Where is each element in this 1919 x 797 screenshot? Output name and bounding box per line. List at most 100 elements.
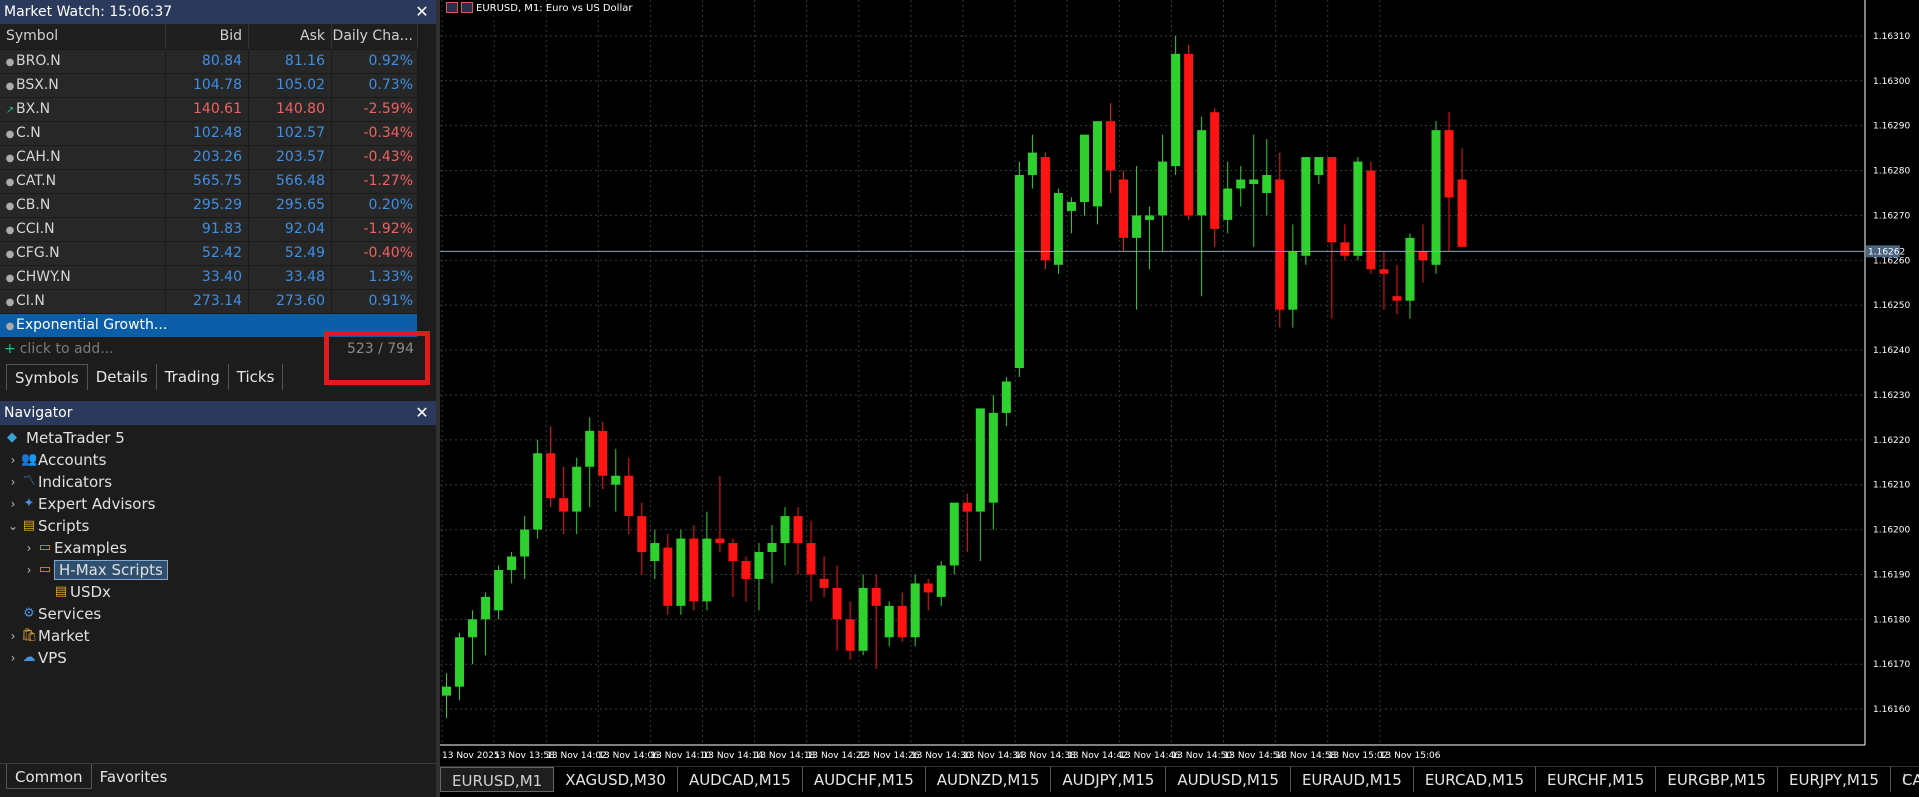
symbol-name: CAT.N [16,173,57,189]
daily-change-value: -1.92% [332,218,418,241]
tab-ticks[interactable]: Ticks [229,364,284,390]
ask-value: 102.57 [249,122,332,145]
daily-change-value: -0.40% [332,242,418,265]
bull-candle [494,569,504,611]
close-icon[interactable]: ✕ [414,401,430,425]
close-icon[interactable]: ✕ [414,0,430,24]
chevron-right-icon[interactable]: › [7,471,19,493]
column-header-ask[interactable]: Ask [249,24,332,49]
market-watch-row[interactable]: ● C.N 102.48 102.57 -0.34% [0,121,418,145]
market-watch-row[interactable]: ● CAT.N 565.75 566.48 -1.27% [0,169,418,193]
dot-icon: ● [5,321,15,332]
chevron-right-icon[interactable]: › [7,625,19,647]
market-watch-row[interactable]: ● CI.N 273.14 273.60 0.91% [0,289,418,313]
column-header-daily-change[interactable]: Daily Cha... [332,24,418,49]
ask-value: 92.04 [249,218,332,241]
bid-value: 273.14 [166,290,249,313]
ask-value: 52.49 [249,242,332,265]
chart-menu-icon[interactable] [446,2,458,13]
bear-candle [871,587,881,606]
bear-candle [1444,130,1454,198]
chart-tab[interactable]: AUDUSD,M15 [1166,767,1291,792]
navigator-item-services[interactable]: ⚙ Services [0,603,436,625]
bull-candle [611,475,621,485]
bid-value: 295.29 [166,194,249,217]
chart-symbol-icon[interactable] [461,2,473,13]
bull-candle [507,556,517,570]
bull-candle [1053,192,1063,265]
market-watch-row[interactable]: ↗ BX.N 140.61 140.80 -2.59% [0,97,418,121]
chevron-down-icon[interactable]: ⌄ [7,515,19,537]
market-watch-row[interactable]: ● CCI.N 91.83 92.04 -1.92% [0,217,418,241]
chart-tab[interactable]: EURGBP,M15 [1656,767,1778,792]
column-header-bid[interactable]: Bid [166,24,249,49]
bull-candle [1001,381,1011,413]
tab-symbols[interactable]: Symbols [6,364,88,390]
plus-icon: + [4,341,16,357]
bull-candle [1353,161,1363,256]
symbol-name: CI.N [16,293,45,309]
bid-value: 203.26 [166,146,249,169]
chevron-right-icon[interactable]: › [7,493,19,515]
navigator-item-market[interactable]: › 🛍 Market [0,625,436,647]
bull-candle [1171,53,1181,167]
bull-candle [1093,121,1102,207]
accounts-icon: 👥 [21,452,38,467]
navigator-item-examples[interactable]: › ▭ Examples [0,537,436,559]
chevron-right-icon[interactable]: › [7,647,19,669]
navigator-item-accounts[interactable]: › 👥 Accounts [0,449,436,471]
chevron-right-icon[interactable]: › [7,449,19,471]
bull-candle [1236,179,1246,189]
chart-window[interactable]: 1.16310 1.16300 1.16290 1.16280 1.16270 1.162… [440,0,1919,797]
bull-candle [910,583,920,638]
navigator-item-metatrader-5[interactable]: ◆ MetaTrader 5 [0,427,436,449]
y-tick-label: 1.16230 [1873,391,1910,401]
navigator-item-usdx[interactable]: ▤ USDx [0,581,436,603]
chart-tab[interactable]: EURCHF,M15 [1536,767,1657,792]
symbol-name: BSX.N [16,77,59,93]
tab-trading[interactable]: Trading [157,364,229,390]
market-watch-row[interactable]: ● CFG.N 52.42 52.49 -0.40% [0,241,418,265]
bear-candle [793,516,803,544]
tab-common[interactable]: Common [6,764,92,789]
dot-icon: ● [5,249,15,260]
chart-tab[interactable]: EURUSD,M1 [440,767,555,792]
y-tick-label: 1.16180 [1873,615,1910,625]
market-watch-row[interactable]: ● CHWY.N 33.40 33.48 1.33% [0,265,418,289]
bear-candle [1379,269,1389,274]
market-watch-row[interactable]: ● CAH.N 203.26 203.57 -0.43% [0,145,418,169]
navigator-item-scripts[interactable]: ⌄ ▤ Scripts [0,515,436,537]
market-watch-row[interactable]: ● CB.N 295.29 295.65 0.20% [0,193,418,217]
navigator-item-indicators[interactable]: › 〽 Indicators [0,471,436,493]
chart-tab[interactable]: AUDJPY,M15 [1051,767,1167,792]
navigator-tabs: Common Favorites [0,763,436,789]
price-chart[interactable]: 1.16310 1.16300 1.16290 1.16280 1.16270 1.162… [440,0,1919,766]
tabs-menu-icon[interactable]: ⋮ [1898,767,1911,793]
bull-candle [520,529,530,557]
chart-tab[interactable]: EURJPY,M15 [1778,767,1891,792]
symbol-name: CAH.N [16,149,61,165]
chart-tab[interactable]: EURCAD,M15 [1414,767,1537,792]
bear-candle [637,516,647,553]
chart-tab[interactable]: AUDNZD,M15 [926,767,1052,792]
bull-candle [767,543,777,553]
market-watch-row[interactable]: ● BSX.N 104.78 105.02 0.73% [0,73,418,97]
navigator-item-h-max-scripts[interactable]: › ▭ H-Max Scripts [0,559,436,581]
click-to-add-label: click to add... [19,341,114,357]
dot-icon: ● [5,225,15,236]
navigator-item-vps[interactable]: › ☁ VPS [0,647,436,669]
chevron-right-icon[interactable]: › [23,537,35,559]
bull-candle [702,538,712,602]
chart-tab[interactable]: EURAUD,M15 [1291,767,1414,792]
chart-tab[interactable]: AUDCAD,M15 [678,767,803,792]
navigator-item-expert-advisors[interactable]: › ✦ Expert Advisors [0,493,436,515]
chart-tab[interactable]: XAGUSD,M30 [554,767,678,792]
chevron-right-icon[interactable]: › [23,559,35,581]
daily-change-value: 0.73% [332,74,418,97]
tab-favorites[interactable]: Favorites [92,764,176,789]
selected-row-label: Exponential Growth... [16,317,168,333]
tab-details[interactable]: Details [88,364,157,390]
market-watch-row[interactable]: ● BRO.N 80.84 81.16 0.92% [0,49,418,73]
chart-tab[interactable]: AUDCHF,M15 [803,767,926,792]
column-header-symbol[interactable]: Symbol [0,24,166,49]
